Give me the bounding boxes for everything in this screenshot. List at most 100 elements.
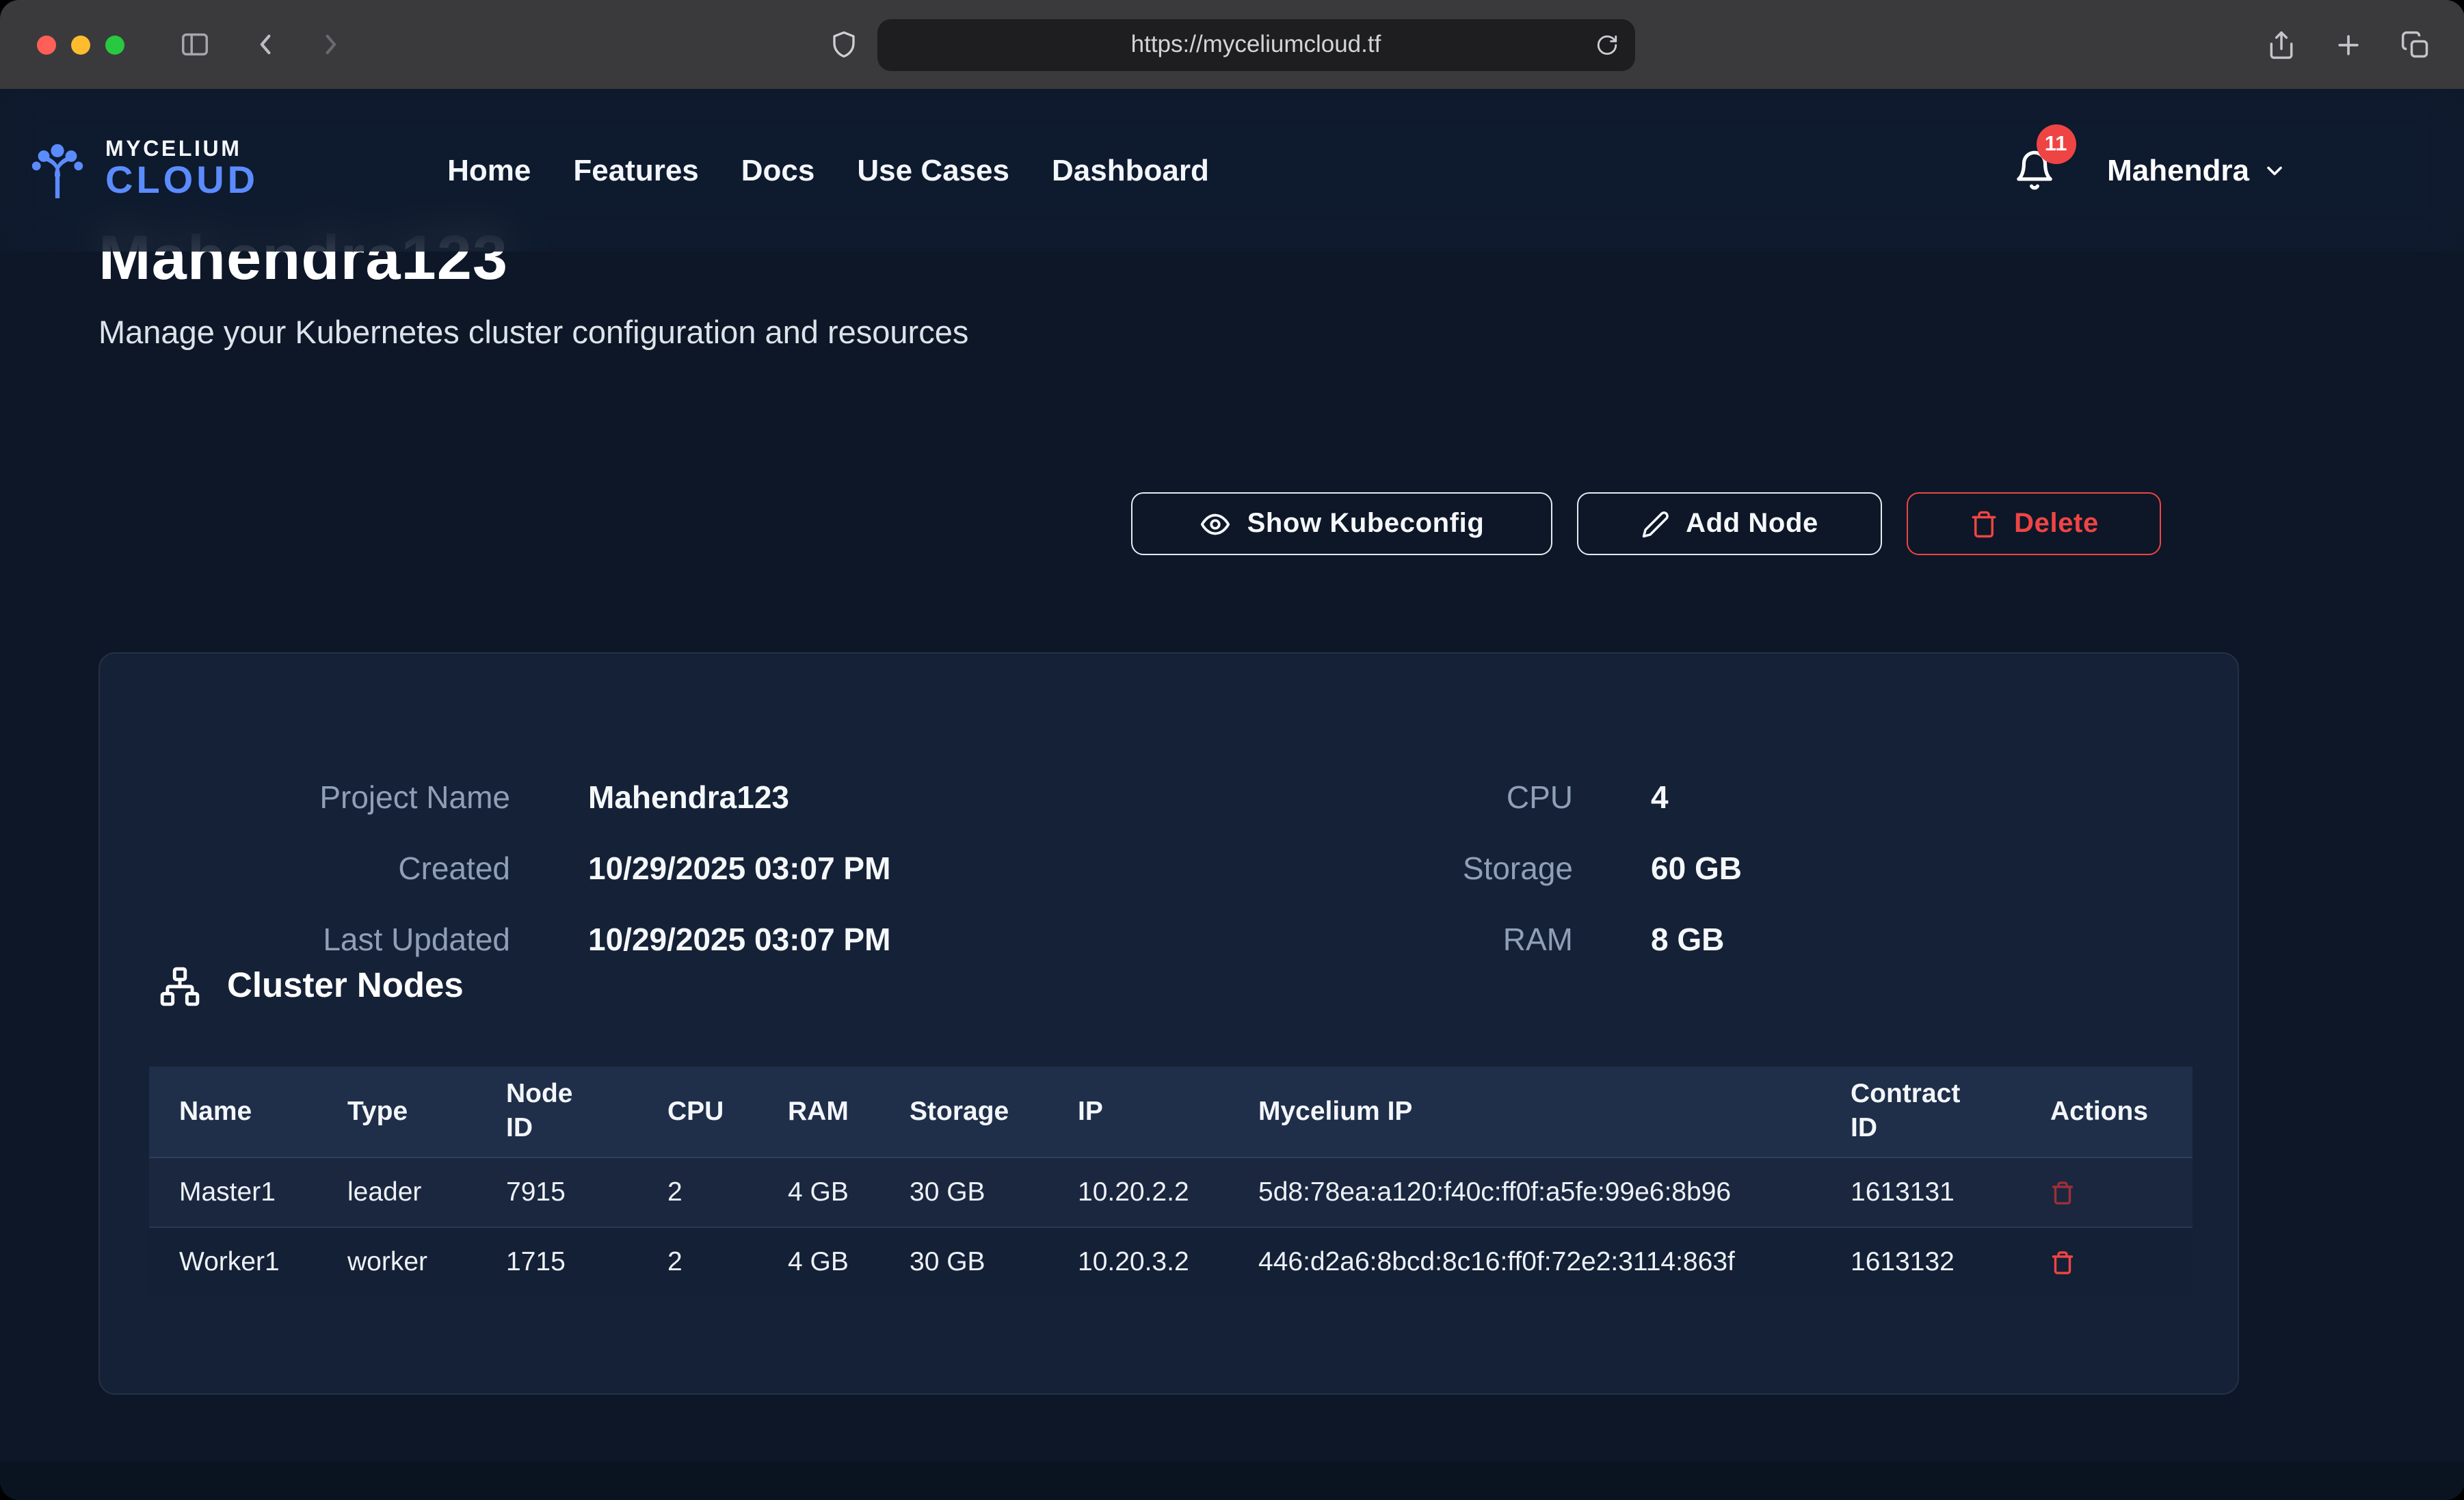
navbar-right-group: 11 Mahendra — [2013, 149, 2286, 191]
close-window-button[interactable] — [37, 35, 56, 54]
cell-ip: 10.20.3.2 — [1059, 1227, 1239, 1296]
notification-count-badge: 11 — [2036, 124, 2076, 164]
nodes-table: Name Type Node ID CPU RAM Storage IP Myc… — [149, 1067, 2193, 1296]
details-left-column: Project Name Mahendra123 Created 10/29/2… — [100, 777, 890, 990]
show-kubeconfig-button[interactable]: Show Kubeconfig — [1131, 492, 1552, 555]
cell-actions — [2031, 1227, 2193, 1296]
brand-logo-icon — [25, 137, 90, 203]
cell-ip: 10.20.2.2 — [1059, 1157, 1239, 1227]
screen: https://myceliumcloud.tf — [0, 0, 2464, 1500]
window-controls — [37, 35, 124, 54]
cell-actions — [2031, 1157, 2193, 1227]
nav-link-features[interactable]: Features — [573, 152, 698, 188]
cpu-value: 4 — [1651, 777, 1669, 818]
cell-node-id: 1715 — [487, 1227, 648, 1296]
chevron-down-icon — [2262, 158, 2286, 183]
trash-icon — [2050, 1249, 2075, 1275]
add-node-label: Add Node — [1686, 508, 1818, 539]
zoom-window-button[interactable] — [105, 35, 124, 54]
cell-cpu: 2 — [648, 1227, 769, 1296]
project-name-label: Project Name — [100, 777, 510, 818]
cell-mycelium-ip: 446:d2a6:8bcd:8c16:ff0f:72e2:3114:863f — [1239, 1227, 1831, 1296]
eye-icon — [1200, 508, 1231, 539]
col-header-contract-id: Contract ID — [1831, 1067, 2031, 1157]
col-header-type: Type — [328, 1067, 487, 1157]
show-kubeconfig-label: Show Kubeconfig — [1247, 508, 1485, 539]
last-updated-value: 10/29/2025 03:07 PM — [588, 919, 890, 960]
footer — [0, 1462, 2464, 1500]
cell-name: Master1 — [149, 1157, 328, 1227]
site-navbar: MYCELIUM CLOUD Home Features Docs Use Ca… — [0, 89, 2464, 252]
col-header-cpu: CPU — [648, 1067, 769, 1157]
share-icon[interactable] — [2266, 29, 2296, 59]
nav-link-use-cases[interactable]: Use Cases — [857, 152, 1009, 188]
created-label: Created — [100, 848, 510, 889]
trash-icon — [2050, 1179, 2075, 1205]
delete-node-button[interactable] — [2050, 1249, 2075, 1275]
cell-storage: 30 GB — [890, 1157, 1059, 1227]
storage-label: Storage — [1167, 848, 1573, 889]
cluster-details-card: Project Name Mahendra123 Created 10/29/2… — [98, 652, 2239, 1395]
browser-toolbar: https://myceliumcloud.tf — [0, 0, 2464, 89]
table-row: Master1 leader 7915 2 4 GB 30 GB 10.20.2… — [149, 1157, 2193, 1227]
detail-row: Last Updated 10/29/2025 03:07 PM — [100, 919, 890, 960]
cell-contract-id: 1613132 — [1831, 1227, 2031, 1296]
reload-icon[interactable] — [1595, 33, 1619, 56]
detail-row: Storage 60 GB — [1167, 848, 1742, 889]
detail-row: Created 10/29/2025 03:07 PM — [100, 848, 890, 889]
details-right-column: CPU 4 Storage 60 GB RAM 8 GB — [1167, 777, 1742, 990]
user-menu[interactable]: Mahendra — [2107, 152, 2286, 188]
col-header-actions: Actions — [2031, 1067, 2193, 1157]
col-header-name: Name — [149, 1067, 328, 1157]
cluster-nodes-title: Cluster Nodes — [227, 967, 464, 1006]
table-header-row: Name Type Node ID CPU RAM Storage IP Myc… — [149, 1067, 2193, 1157]
cell-type: worker — [328, 1227, 487, 1296]
new-tab-icon[interactable] — [2333, 29, 2363, 59]
privacy-shield-icon[interactable] — [830, 30, 858, 59]
pencil-icon — [1641, 509, 1669, 538]
tab-overview-icon[interactable] — [2400, 29, 2430, 59]
cell-ram: 4 GB — [769, 1157, 890, 1227]
cell-contract-id: 1613131 — [1831, 1157, 2031, 1227]
back-icon[interactable] — [252, 30, 280, 59]
col-header-storage: Storage — [890, 1067, 1059, 1157]
url-text: https://myceliumcloud.tf — [1131, 30, 1381, 59]
detail-row: RAM 8 GB — [1167, 919, 1742, 960]
notifications-bell-icon[interactable]: 11 — [2013, 149, 2055, 191]
cell-cpu: 2 — [648, 1157, 769, 1227]
sidebar-toggle-icon[interactable] — [179, 29, 211, 60]
forward-icon[interactable] — [316, 30, 345, 59]
add-node-button[interactable]: Add Node — [1577, 492, 1882, 555]
address-bar[interactable]: https://myceliumcloud.tf — [877, 18, 1635, 70]
created-value: 10/29/2025 03:07 PM — [588, 848, 890, 889]
nav-link-dashboard[interactable]: Dashboard — [1052, 152, 1209, 188]
toolbar-right-group — [2266, 29, 2430, 59]
user-name: Mahendra — [2107, 152, 2249, 188]
detail-row: Project Name Mahendra123 — [100, 777, 890, 818]
brand-line2: CLOUD — [105, 159, 259, 202]
cluster-actions: Show Kubeconfig Add Node Delete — [1131, 492, 2161, 555]
nav-link-docs[interactable]: Docs — [741, 152, 815, 188]
nav-links: Home Features Docs Use Cases Dashboard — [447, 152, 1209, 188]
col-header-ram: RAM — [769, 1067, 890, 1157]
cell-mycelium-ip: 5d8:78ea:a120:f40c:ff0f:a5fe:99e6:8b96 — [1239, 1157, 1831, 1227]
storage-value: 60 GB — [1651, 848, 1742, 889]
brand[interactable]: MYCELIUM CLOUD — [25, 137, 259, 203]
cell-type: leader — [328, 1157, 487, 1227]
ram-label: RAM — [1167, 919, 1573, 960]
minimize-window-button[interactable] — [71, 35, 90, 54]
page-content: Mahendra123 Manage your Kubernetes clust… — [0, 89, 2464, 1500]
cpu-label: CPU — [1167, 777, 1573, 818]
nav-link-home[interactable]: Home — [447, 152, 531, 188]
cell-name: Worker1 — [149, 1227, 328, 1296]
delete-cluster-button[interactable]: Delete — [1907, 492, 2161, 555]
trash-icon — [1969, 509, 1998, 538]
brand-text: MYCELIUM CLOUD — [105, 138, 259, 202]
delete-node-button[interactable] — [2050, 1179, 2075, 1205]
cell-storage: 30 GB — [890, 1227, 1059, 1296]
network-icon — [159, 965, 201, 1008]
delete-label: Delete — [2014, 508, 2099, 539]
cluster-nodes-header: Cluster Nodes — [159, 965, 464, 1008]
col-header-mycelium-ip: Mycelium IP — [1239, 1067, 1831, 1157]
last-updated-label: Last Updated — [100, 919, 510, 960]
